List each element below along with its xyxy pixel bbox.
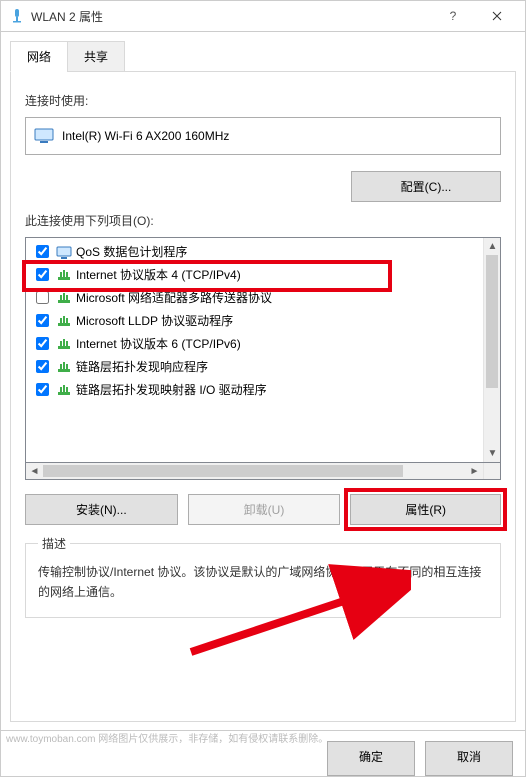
scroll-up-button[interactable]: ▲ — [484, 238, 501, 255]
scroll-corner — [483, 463, 500, 479]
list-item[interactable]: Internet 协议版本 6 (TCP/IPv6) — [26, 332, 483, 355]
titlebar: WLAN 2 属性 ? — [0, 0, 526, 32]
list-item[interactable]: QoS 数据包计划程序 — [26, 240, 483, 263]
protocol-icon — [56, 244, 72, 260]
tabstrip: 网络 共享 — [10, 41, 516, 72]
adapter-name: Intel(R) Wi-Fi 6 AX200 160MHz — [62, 129, 229, 143]
ok-button[interactable]: 确定 — [327, 741, 415, 776]
tab-network[interactable]: 网络 — [10, 41, 68, 72]
description-legend: 描述 — [38, 535, 70, 552]
list-item[interactable]: Internet 协议版本 4 (TCP/IPv4) — [26, 263, 483, 286]
item-label: QoS 数据包计划程序 — [76, 243, 187, 260]
adapter-display: Intel(R) Wi-Fi 6 AX200 160MHz — [25, 117, 501, 155]
item-checkbox[interactable] — [36, 314, 49, 327]
network-adapter-icon — [9, 8, 25, 24]
uses-items-label: 此连接使用下列项目(O): — [25, 212, 501, 229]
protocol-icon — [56, 336, 72, 352]
vertical-scrollbar[interactable]: ▲ ▼ — [483, 238, 500, 462]
item-label: Internet 协议版本 6 (TCP/IPv6) — [76, 335, 241, 352]
description-text: 传输控制协议/Internet 协议。该协议是默认的广域网络协议，用于在不同的相… — [38, 562, 488, 603]
scroll-left-button[interactable]: ◄ — [26, 463, 43, 480]
item-checkbox[interactable] — [36, 337, 49, 350]
scroll-thumb-h[interactable] — [43, 465, 403, 477]
list-item[interactable]: 链路层拓扑发现映射器 I/O 驱动程序 — [26, 378, 483, 401]
scroll-right-button[interactable]: ► — [466, 463, 483, 480]
horizontal-scrollbar[interactable]: ◄ ► — [25, 463, 501, 480]
install-button[interactable]: 安装(N)... — [25, 494, 178, 525]
item-checkbox[interactable] — [36, 383, 49, 396]
cancel-button[interactable]: 取消 — [425, 741, 513, 776]
tab-panel-network: 连接时使用: Intel(R) Wi-Fi 6 AX200 160MHz 配置(… — [10, 71, 516, 722]
item-checkbox[interactable] — [36, 360, 49, 373]
protocol-icon — [56, 290, 72, 306]
scroll-thumb-v[interactable] — [486, 255, 498, 388]
protocol-icon — [56, 267, 72, 283]
tab-sharing[interactable]: 共享 — [67, 41, 125, 72]
window-title: WLAN 2 属性 — [31, 8, 431, 25]
protocol-icon — [56, 359, 72, 375]
items-listbox[interactable]: QoS 数据包计划程序 Internet 协议版本 4 (TCP/IPv4) Mic… — [25, 237, 501, 463]
scroll-track-h[interactable] — [43, 463, 466, 479]
connect-using-label: 连接时使用: — [25, 92, 501, 109]
item-checkbox[interactable] — [36, 291, 49, 304]
sheet-container: 网络 共享 连接时使用: Intel(R) Wi-Fi 6 AX200 160M… — [0, 32, 526, 731]
item-label: 链路层拓扑发现映射器 I/O 驱动程序 — [76, 381, 267, 398]
uninstall-button: 卸载(U) — [188, 494, 341, 525]
list-item[interactable]: Microsoft LLDP 协议驱动程序 — [26, 309, 483, 332]
item-label: Microsoft 网络适配器多路传送器协议 — [76, 289, 272, 306]
adapter-icon — [34, 128, 54, 144]
scroll-down-button[interactable]: ▼ — [484, 445, 501, 462]
system-buttons: ? — [431, 1, 519, 31]
properties-button[interactable]: 属性(R) — [350, 494, 501, 525]
protocol-icon — [56, 382, 72, 398]
item-label: Internet 协议版本 4 (TCP/IPv4) — [76, 266, 241, 283]
item-label: 链路层拓扑发现响应程序 — [76, 358, 208, 375]
configure-button[interactable]: 配置(C)... — [351, 171, 501, 202]
close-button[interactable] — [475, 1, 519, 31]
watermark-text: www.toymoban.com 网络图片仅供展示，非存储，如有侵权请联系删除。 — [6, 730, 328, 745]
item-label: Microsoft LLDP 协议驱动程序 — [76, 312, 233, 329]
list-item[interactable]: Microsoft 网络适配器多路传送器协议 — [26, 286, 483, 309]
list-item[interactable]: 链路层拓扑发现响应程序 — [26, 355, 483, 378]
description-group: 描述 传输控制协议/Internet 协议。该协议是默认的广域网络协议，用于在不… — [25, 535, 501, 618]
help-button[interactable]: ? — [431, 1, 475, 31]
scroll-track-v[interactable] — [484, 255, 500, 445]
protocol-icon — [56, 313, 72, 329]
item-checkbox[interactable] — [36, 268, 49, 281]
item-checkbox[interactable] — [36, 245, 49, 258]
